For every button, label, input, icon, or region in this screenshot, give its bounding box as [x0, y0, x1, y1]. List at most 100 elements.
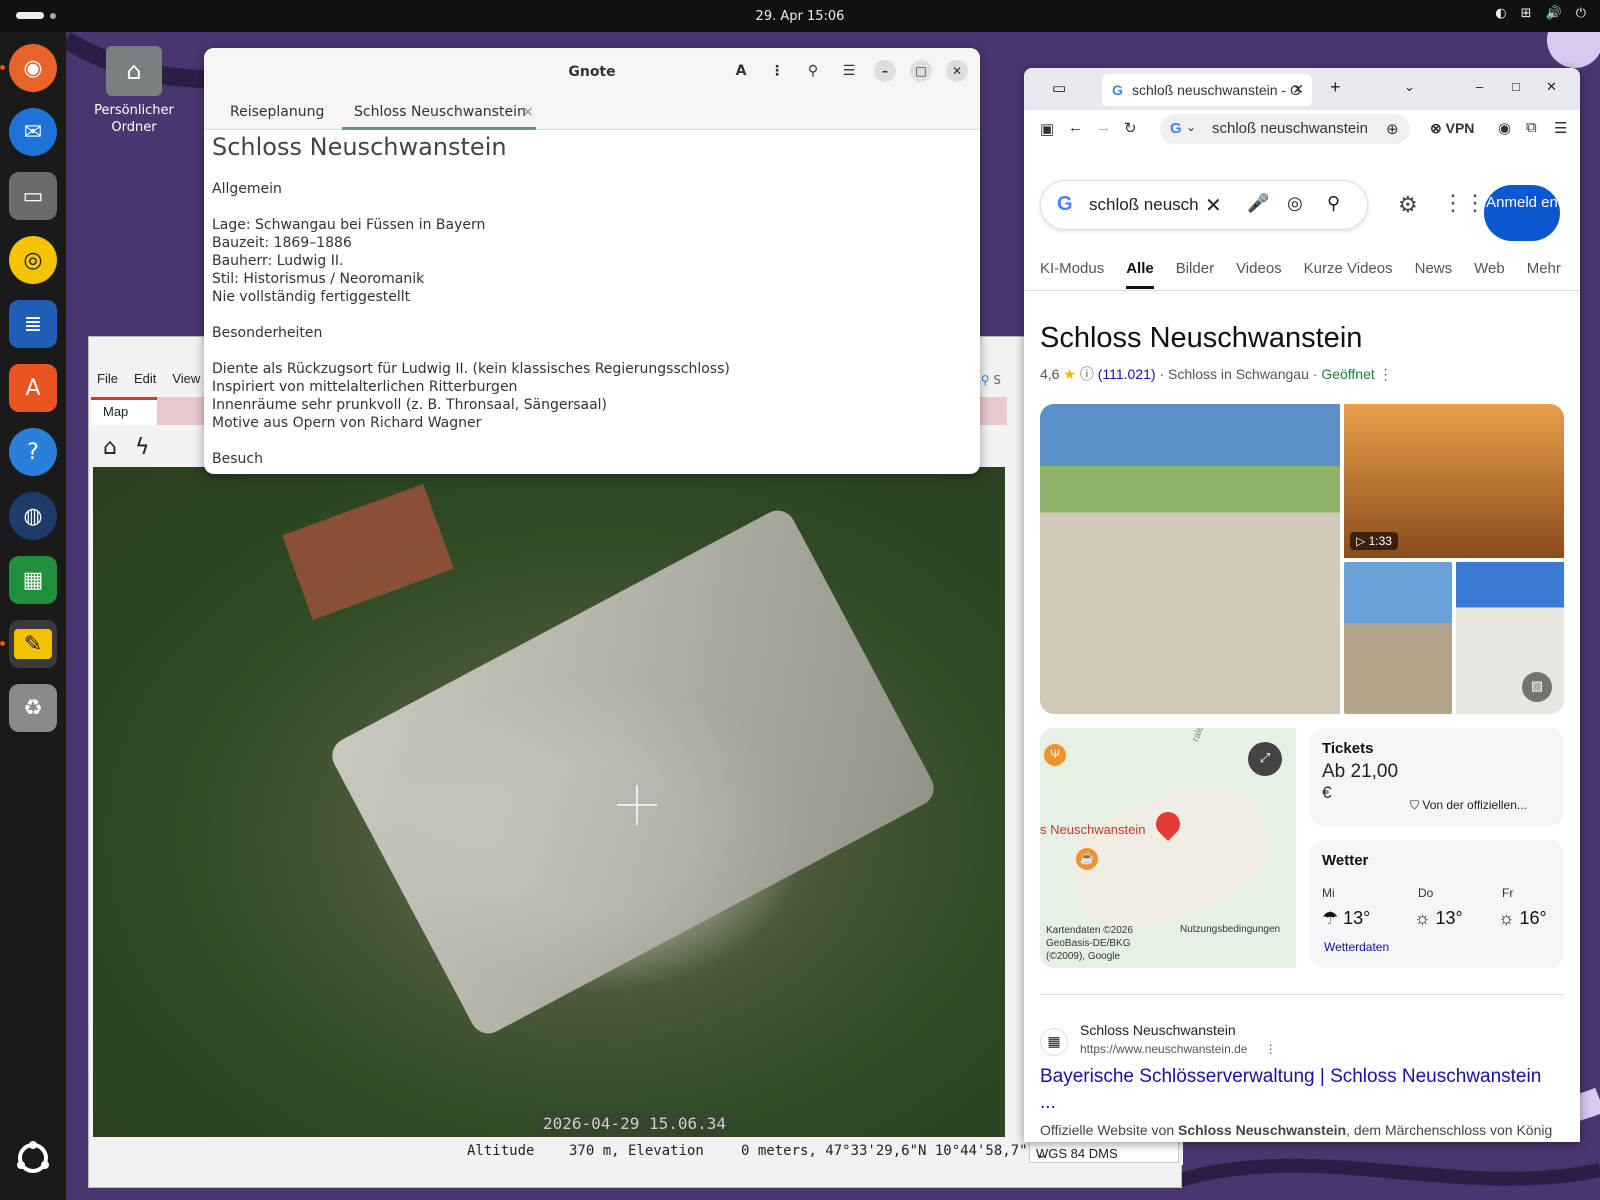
text-format-icon[interactable]: A [730, 60, 752, 82]
close-tab-icon[interactable]: ✕ [1292, 81, 1304, 98]
menu-icon[interactable]: ☰ [1554, 119, 1567, 137]
extensions-icon[interactable]: ⧉ [1526, 119, 1537, 136]
tab-web[interactable]: Web [1474, 260, 1505, 289]
info-icon[interactable]: ⓘ [1080, 366, 1094, 382]
show-apps-icon[interactable] [9, 1134, 57, 1182]
tab-close-icon[interactable]: × [522, 104, 534, 120]
volume-icon[interactable]: 🔊 [1546, 6, 1562, 21]
tab-kurze-videos[interactable]: Kurze Videos [1304, 260, 1393, 289]
clock[interactable]: 29. Apr 15:06 [756, 9, 845, 24]
weather-card[interactable]: Wetter Mi Do Fr ☂ 13° ☼ 13° ☼ 16° Wetter… [1310, 840, 1564, 968]
activities-indicator[interactable] [16, 12, 44, 19]
result-url[interactable]: https://www.neuschwanstein.de ⋮ [1080, 1042, 1277, 1056]
reload-icon[interactable]: ↻ [1124, 119, 1137, 137]
close-icon[interactable]: ✕ [946, 60, 968, 82]
browser-tab[interactable]: G schloß neuschwanstein - G ✕ [1102, 74, 1312, 106]
maximize-icon[interactable]: □ [1512, 79, 1520, 94]
lens-icon[interactable]: ◎ [1287, 193, 1303, 214]
note-body[interactable]: Allgemein Lage: Schwangau bei Füssen in … [212, 180, 972, 468]
tickets-card[interactable]: Tickets Ab 21,00 € ⛉ Von der offiziellen… [1310, 728, 1564, 826]
tab-videos[interactable]: Videos [1236, 260, 1282, 289]
address-bar[interactable]: G ⌄ schloß neuschwanstein ⊕ [1160, 114, 1410, 144]
rhythmbox-icon[interactable]: ◎ [9, 236, 57, 284]
browser-window[interactable]: ▭ G schloß neuschwanstein - G ✕ + ⌄ – □ … [1024, 68, 1580, 1142]
restaurant-icon[interactable]: Ψ [1044, 744, 1066, 766]
thunderbird-icon[interactable]: ✉ [9, 108, 57, 156]
sidebar-icon[interactable]: ▣ [1040, 120, 1054, 138]
account-icon[interactable]: ◉ [1498, 119, 1511, 137]
home-icon[interactable]: ⌂ [103, 435, 117, 460]
more-options-icon[interactable]: ⋮ [1379, 366, 1393, 382]
maximize-icon[interactable]: □ [910, 60, 932, 82]
trash-icon[interactable]: ♻ [9, 684, 57, 732]
cafe-icon[interactable]: ☕ [1076, 848, 1098, 870]
network-icon[interactable]: ⊞ [1521, 6, 1532, 21]
tab-mehr[interactable]: Mehr [1527, 260, 1561, 289]
map-view[interactable]: 2026-04-29 15.06.34 [93, 467, 1005, 1137]
app-center-icon[interactable]: A [9, 364, 57, 412]
home-folder-desktop-icon[interactable]: ⌂ Persönlicher Ordner [86, 46, 182, 136]
lightning-icon[interactable]: ϟ [135, 435, 150, 460]
gnote-window[interactable]: Gnote A ⋮ ⚲ ☰ – □ ✕ Reiseplanung Schloss… [204, 48, 980, 474]
tab-reiseplanung[interactable]: Reiseplanung [230, 104, 324, 120]
gnote-icon[interactable]: ✎ [0, 620, 57, 668]
vpn-button[interactable]: ⊗ VPN [1430, 120, 1474, 137]
minimize-icon[interactable]: – [1476, 79, 1483, 94]
more-options-icon[interactable]: ⋮ [766, 60, 788, 82]
help-icon[interactable]: ? [9, 428, 57, 476]
menu-view[interactable]: View [172, 371, 200, 393]
review-count[interactable]: (111.021) [1098, 366, 1156, 382]
tab-news[interactable]: News [1415, 260, 1453, 289]
note-title[interactable]: Schloss Neuschwanstein [212, 132, 972, 162]
google-search-box[interactable]: G schloß neusch ✕ 🎤 ◎ ⚲ [1040, 180, 1368, 230]
close-icon[interactable]: ✕ [1546, 79, 1557, 95]
search-icon[interactable]: ⚲ [1327, 193, 1340, 214]
tab-map[interactable]: Map [91, 397, 157, 425]
power-icon[interactable]: ⏻ [1576, 6, 1586, 21]
location-map[interactable]: rale Ψ ☕ s Neuschwanstein ⤢ Kartendaten … [1040, 728, 1296, 968]
menu-file[interactable]: File [97, 371, 118, 393]
tab-list-icon[interactable]: ⌄ [1404, 79, 1415, 95]
map-search[interactable]: ⚲ S [981, 373, 1001, 387]
settings-gear-icon[interactable]: ⚙ [1398, 192, 1418, 218]
globe-icon[interactable]: ◍ [9, 492, 57, 540]
forward-icon[interactable]: → [1096, 119, 1111, 136]
tab-bilder[interactable]: Bilder [1176, 260, 1214, 289]
writer-icon[interactable]: ≣ [9, 300, 57, 348]
tab-alle[interactable]: Alle [1126, 260, 1154, 289]
minimize-icon[interactable]: – [874, 60, 896, 82]
map-terms-link[interactable]: Nutzungsbedingungen [1180, 924, 1280, 935]
gallery-icon[interactable]: ▧ [1522, 672, 1552, 702]
home-folder-label: Persönlicher [94, 103, 174, 118]
calc-icon[interactable]: ▦ [9, 556, 57, 604]
back-icon[interactable]: ← [1068, 119, 1083, 136]
search-icon[interactable]: ⚲ [802, 60, 824, 82]
files-icon[interactable]: ▭ [9, 172, 57, 220]
login-button[interactable]: Anmeld en [1484, 185, 1560, 241]
map-menubar: File Edit View [89, 371, 200, 393]
microphone-icon[interactable]: 🎤 [1247, 193, 1269, 214]
tab-schloss-neuschwanstein[interactable]: Schloss Neuschwanstein [354, 104, 526, 120]
chevron-down-icon[interactable]: ⌄ [1186, 120, 1196, 134]
new-tab-icon[interactable]: + [1330, 77, 1341, 98]
firefox-icon[interactable]: ◉ [0, 44, 57, 92]
translate-icon[interactable]: ⊕ [1386, 120, 1399, 138]
crs-select[interactable]: WGS 84 DMS ⌄ [1029, 1141, 1179, 1163]
hamburger-menu-icon[interactable]: ☰ [838, 60, 860, 82]
weather-day: Fr [1502, 886, 1514, 900]
menu-edit[interactable]: Edit [134, 371, 156, 393]
tab-ki-modus[interactable]: KI-Modus [1040, 260, 1104, 289]
expand-map-icon[interactable]: ⤢ [1248, 742, 1282, 776]
castle-photo-2[interactable] [1344, 562, 1452, 714]
weather-data-link[interactable]: Wetterdaten [1324, 940, 1389, 954]
tab-groups-icon[interactable]: ▭ [1052, 79, 1066, 97]
result-site-name[interactable]: Schloss Neuschwanstein [1080, 1022, 1236, 1038]
apps-grid-icon[interactable]: ⋮⋮ [1442, 190, 1486, 216]
clear-search-icon[interactable]: ✕ [1205, 193, 1222, 218]
system-tray[interactable]: ◐ ⊞ 🔊 ⏻ [1495, 6, 1586, 21]
more-options-icon[interactable]: ⋮ [1265, 1042, 1277, 1056]
castle-photo-main[interactable] [1040, 404, 1340, 714]
result-title-link[interactable]: Bayerische Schlösserverwaltung | Schloss… [1040, 1064, 1560, 1116]
steam-icon[interactable]: ◐ [1495, 6, 1506, 21]
note-editor[interactable]: Schloss Neuschwanstein Allgemein Lage: S… [204, 132, 980, 468]
